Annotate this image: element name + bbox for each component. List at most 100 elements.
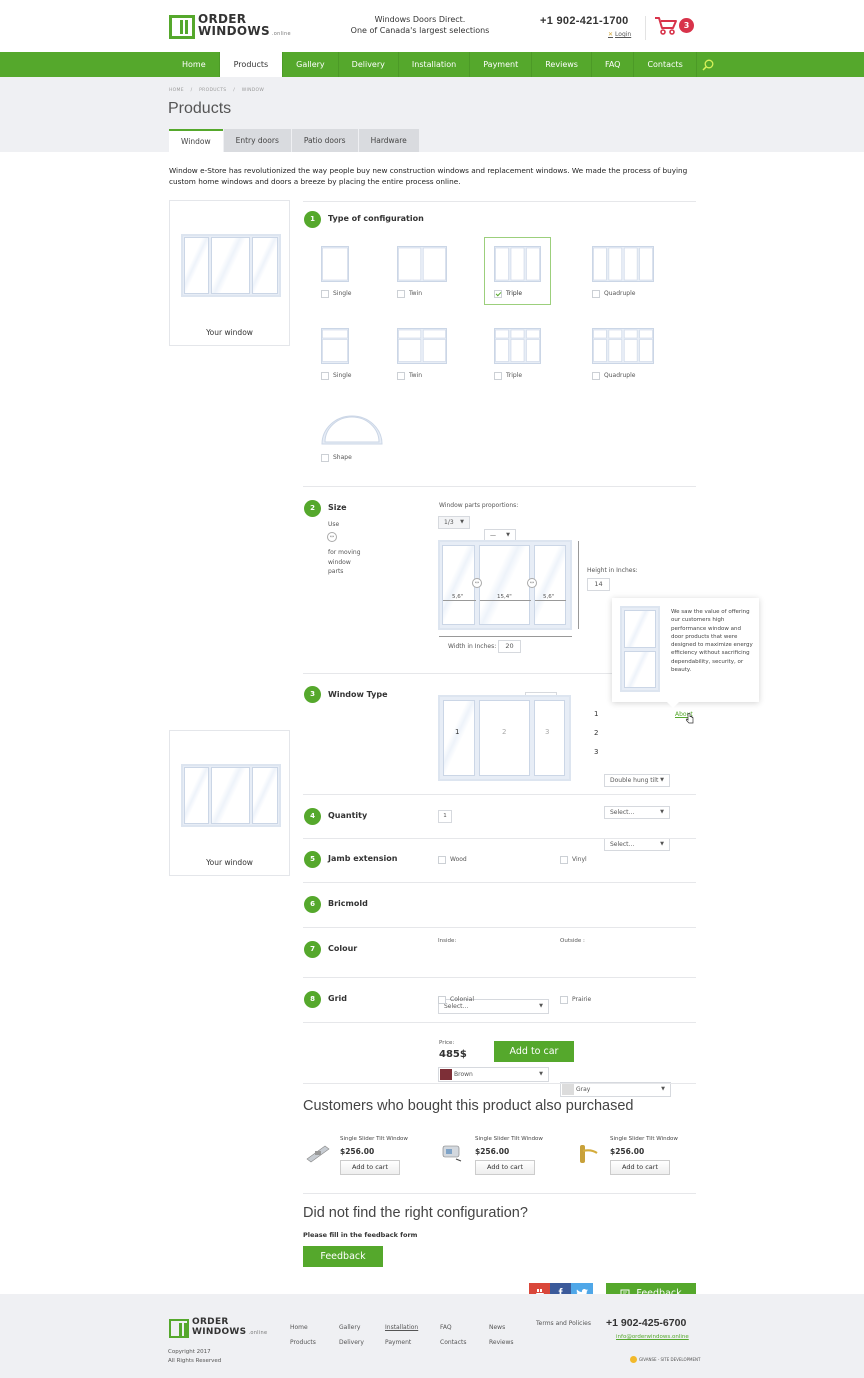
handle-hardware-icon[interactable] xyxy=(440,1143,466,1165)
cart-icon[interactable] xyxy=(654,16,678,36)
config-checkbox-row[interactable]: Single xyxy=(321,371,351,380)
search-button[interactable] xyxy=(697,52,719,77)
feedback-button[interactable]: Feedback xyxy=(303,1246,383,1267)
config-checkbox-row[interactable]: Triple xyxy=(494,371,541,380)
proportion-select-1[interactable]: 1/3 ▼ xyxy=(438,516,470,529)
inside-colour-select[interactable]: Brown ▼ xyxy=(438,1067,549,1082)
lock-hardware-icon[interactable] xyxy=(305,1143,331,1165)
quadruple-checkbox[interactable] xyxy=(592,289,600,298)
tab-patio-doors[interactable]: Patio doors xyxy=(291,129,358,152)
nav-home[interactable]: Home xyxy=(169,52,220,77)
nav-faq[interactable]: FAQ xyxy=(592,52,635,77)
config-checkbox-row[interactable]: Single xyxy=(321,289,351,298)
tab-hardware[interactable]: Hardware xyxy=(358,129,419,152)
developer-credit[interactable]: GIVANSE - SITE DEVELOPMENT xyxy=(630,1356,700,1363)
footer-link-products[interactable]: Products xyxy=(290,1335,316,1350)
footer-link-home[interactable]: Home xyxy=(290,1320,316,1335)
config-option-twin[interactable]: Twin xyxy=(397,328,447,380)
footer-logo[interactable]: ORDER WINDOWS .online xyxy=(169,1317,267,1338)
header-phone[interactable]: +1 902-421-1700 xyxy=(540,15,629,27)
move-handle-2[interactable]: ↔ xyxy=(527,578,537,588)
logo[interactable]: ORDER WINDOWS .online xyxy=(169,13,291,40)
window-part-1[interactable] xyxy=(443,700,475,776)
grid-option-prairie[interactable]: Prairie xyxy=(560,995,591,1004)
single-checkbox[interactable] xyxy=(321,371,329,380)
grid-option-colonial[interactable]: Colonial xyxy=(438,995,474,1004)
window-part-3[interactable] xyxy=(534,700,565,776)
config-checkbox-row[interactable]: Quadruple xyxy=(592,371,654,380)
config-option-triple[interactable]: Triple xyxy=(494,328,541,380)
single-window-icon[interactable] xyxy=(321,246,351,284)
shape-checkbox[interactable] xyxy=(321,453,329,462)
nav-reviews[interactable]: Reviews xyxy=(532,52,592,77)
add-to-cart-small-button[interactable]: Add to cart xyxy=(475,1160,535,1175)
config-checkbox-row[interactable]: Twin xyxy=(397,371,447,380)
footer-link-installation[interactable]: Installation xyxy=(385,1320,418,1335)
twin-window-icon[interactable] xyxy=(397,246,447,284)
nav-products[interactable]: Products xyxy=(219,52,284,77)
jamb-option-vinyl[interactable]: Vinyl xyxy=(560,855,587,864)
window-part-2[interactable] xyxy=(479,700,530,776)
config-checkbox-row[interactable]: Twin xyxy=(397,289,447,298)
config-checkbox-row[interactable]: Quadruple xyxy=(592,289,654,298)
move-handle-1[interactable]: ↔ xyxy=(472,578,482,588)
config-option-single[interactable]: Single xyxy=(321,246,351,298)
config-option-quadruple[interactable]: Quadruple xyxy=(592,246,654,298)
add-to-cart-button[interactable]: Add to car xyxy=(494,1041,574,1062)
vinyl-checkbox[interactable] xyxy=(560,855,568,864)
footer-link-news[interactable]: News xyxy=(489,1320,514,1335)
quantity-input[interactable]: 1 xyxy=(438,810,452,823)
add-to-cart-small-button[interactable]: Add to cart xyxy=(340,1160,400,1175)
door-handle-icon[interactable] xyxy=(575,1143,601,1167)
nav-gallery[interactable]: Gallery xyxy=(283,52,339,77)
cart-count-badge[interactable]: 3 xyxy=(679,18,694,33)
jamb-option-wood[interactable]: Wood xyxy=(438,855,467,864)
footer-link-contacts[interactable]: Contacts xyxy=(440,1335,466,1350)
footer-link-terms[interactable]: Terms and Policies xyxy=(536,1320,591,1327)
product-name[interactable]: Single Slider Tilt Window xyxy=(610,1136,678,1142)
quadruple-checkbox[interactable] xyxy=(592,371,600,380)
twin-checkbox[interactable] xyxy=(397,289,405,298)
twin-checkbox[interactable] xyxy=(397,371,405,380)
window-type-select-1[interactable]: Double hung tilt ▼ xyxy=(604,774,670,787)
product-name[interactable]: Single Slider Tilt Window xyxy=(340,1136,408,1142)
nav-installation[interactable]: Installation xyxy=(399,52,471,77)
tab-window[interactable]: Window xyxy=(169,129,223,152)
twin-window-icon[interactable] xyxy=(397,328,447,366)
tab-entry-doors[interactable]: Entry doors xyxy=(223,129,291,152)
breadcrumb-products[interactable]: PRODUCTS xyxy=(199,88,226,93)
colonial-checkbox[interactable] xyxy=(438,995,446,1004)
triple-checkbox[interactable] xyxy=(494,371,502,380)
nav-contacts[interactable]: Contacts xyxy=(634,52,697,77)
footer-email[interactable]: info@orderwindows.online xyxy=(616,1334,689,1340)
quadruple-window-icon[interactable] xyxy=(592,328,654,366)
footer-link-delivery[interactable]: Delivery xyxy=(339,1335,364,1350)
product-name[interactable]: Single Slider Tilt Window xyxy=(475,1136,543,1142)
footer-link-faq[interactable]: FAQ xyxy=(440,1320,466,1335)
footer-link-gallery[interactable]: Gallery xyxy=(339,1320,364,1335)
outside-colour-select[interactable]: Gray ▼ xyxy=(560,1082,671,1097)
nav-delivery[interactable]: Delivery xyxy=(339,52,399,77)
config-option-twin[interactable]: Twin xyxy=(397,246,447,298)
config-option-quadruple[interactable]: Quadruple xyxy=(592,328,654,380)
login-link[interactable]: ✕ Login xyxy=(608,31,631,38)
footer-phone[interactable]: +1 902-425-6700 xyxy=(606,1317,686,1329)
footer-link-reviews[interactable]: Reviews xyxy=(489,1335,514,1350)
width-input[interactable]: 20 xyxy=(498,640,521,653)
window-type-select-2[interactable]: Select... ▼ xyxy=(604,806,670,819)
wood-checkbox[interactable] xyxy=(438,855,446,864)
window-type-select-3[interactable]: Select... ▼ xyxy=(604,838,670,851)
add-to-cart-small-button[interactable]: Add to cart xyxy=(610,1160,670,1175)
shape-window-icon[interactable] xyxy=(321,415,383,445)
config-option-shape[interactable]: Shape xyxy=(321,453,352,462)
triple-window-icon[interactable] xyxy=(494,328,541,366)
prairie-checkbox[interactable] xyxy=(560,995,568,1004)
nav-payment[interactable]: Payment xyxy=(470,52,533,77)
single-checkbox[interactable] xyxy=(321,289,329,298)
breadcrumb-home[interactable]: HOME xyxy=(169,88,184,93)
config-option-single[interactable]: Single xyxy=(321,328,351,380)
height-input[interactable]: 14 xyxy=(587,578,610,591)
footer-link-payment[interactable]: Payment xyxy=(385,1335,418,1350)
single-window-icon[interactable] xyxy=(321,328,351,366)
quadruple-window-icon[interactable] xyxy=(592,246,654,284)
